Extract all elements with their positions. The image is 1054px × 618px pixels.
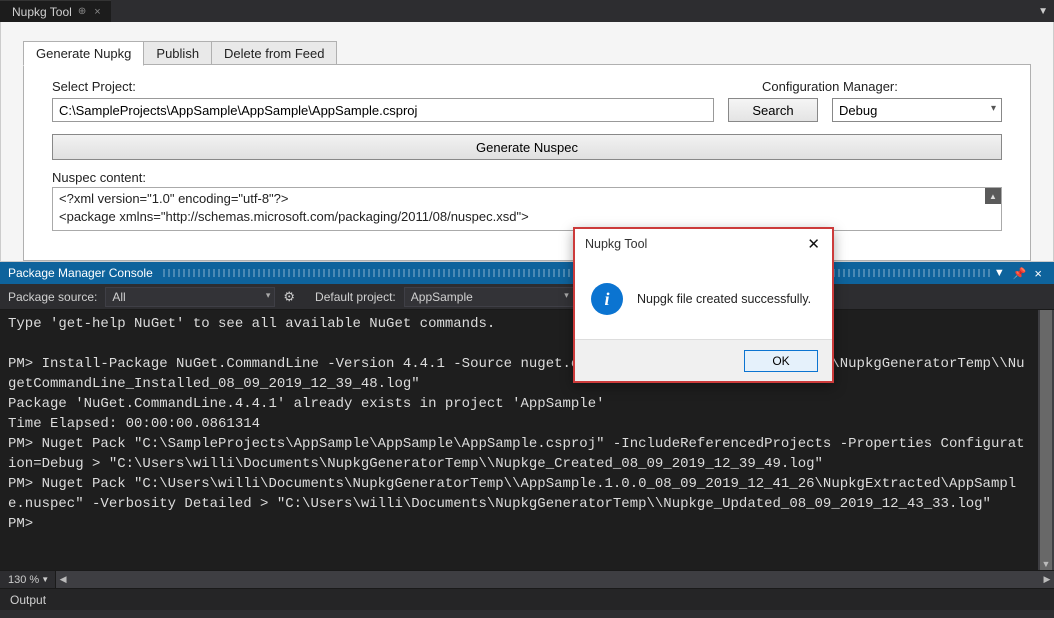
- document-tab-title: Nupkg Tool: [12, 5, 72, 19]
- generate-nuspec-button[interactable]: Generate Nuspec: [52, 134, 1002, 160]
- pmc-dropdown-icon[interactable]: ▼: [990, 267, 1009, 279]
- scroll-thumb[interactable]: [1040, 310, 1052, 570]
- zoom-control[interactable]: 130 % ▼: [0, 571, 56, 588]
- select-project-label: Select Project:: [52, 79, 722, 94]
- default-project-select[interactable]: AppSample: [404, 287, 574, 307]
- scroll-left-arrow-icon[interactable]: ◀: [56, 571, 70, 588]
- pmc-toolbar: Package source: All ⚙ Default project: A…: [0, 284, 1054, 310]
- tab-delete-from-feed[interactable]: Delete from Feed: [211, 41, 337, 66]
- scroll-right-arrow-icon[interactable]: ▶: [1040, 571, 1054, 588]
- nupkg-success-dialog: Nupkg Tool ✕ i Nupgk file created succes…: [573, 227, 834, 383]
- close-tab-icon[interactable]: ×: [92, 6, 102, 18]
- vertical-scrollbar[interactable]: ▲ ▼: [1038, 310, 1054, 570]
- pmc-console-area: Type 'get-help NuGet' to see all availab…: [0, 310, 1054, 570]
- scroll-down-arrow-icon[interactable]: ▼: [1038, 559, 1054, 569]
- pmc-console[interactable]: Type 'get-help NuGet' to see all availab…: [0, 310, 1038, 570]
- dialog-button-row: OK: [575, 339, 832, 381]
- tab-generate-nupkg[interactable]: Generate Nupkg: [23, 41, 144, 66]
- nuspec-text: <?xml version="1.0" encoding="utf-8"?> <…: [59, 190, 985, 228]
- tool-page: Generate Nupkg Publish Delete from Feed …: [0, 22, 1054, 262]
- scroll-up-icon[interactable]: ▲: [985, 188, 1001, 204]
- document-tab-nupkg-tool[interactable]: Nupkg Tool ⊕ ×: [0, 0, 111, 22]
- pmc-title-text: Package Manager Console: [8, 266, 153, 280]
- tab-publish[interactable]: Publish: [143, 41, 212, 66]
- document-tab-bar: Nupkg Tool ⊕ × ▼: [0, 0, 1054, 22]
- output-tab[interactable]: Output: [0, 588, 1054, 610]
- info-icon: i: [591, 283, 623, 315]
- output-tab-label: Output: [10, 593, 46, 607]
- nuspec-content-textarea[interactable]: <?xml version="1.0" encoding="utf-8"?> <…: [52, 187, 1002, 231]
- generate-nupkg-panel: Select Project: Configuration Manager: S…: [23, 64, 1031, 261]
- zoom-value: 130 %: [8, 574, 39, 586]
- console-footer: 130 % ▼ ◀ ▶: [0, 570, 1054, 588]
- dialog-title-bar[interactable]: Nupkg Tool ✕: [575, 229, 832, 259]
- pmc-pin-icon[interactable]: 📌: [1009, 267, 1031, 280]
- default-project-label: Default project:: [315, 290, 396, 304]
- gear-icon[interactable]: ⚙: [283, 289, 295, 305]
- dialog-close-icon[interactable]: ✕: [803, 235, 824, 253]
- dialog-title: Nupkg Tool: [585, 237, 647, 251]
- pin-icon[interactable]: ⊕: [78, 6, 86, 17]
- search-button[interactable]: Search: [728, 98, 818, 122]
- nuspec-content-label: Nuspec content:: [52, 170, 1002, 185]
- inner-tab-strip: Generate Nupkg Publish Delete from Feed: [23, 40, 336, 65]
- chevron-down-icon: ▼: [41, 575, 49, 584]
- pmc-close-icon[interactable]: ×: [1030, 266, 1046, 281]
- dialog-ok-button[interactable]: OK: [744, 350, 818, 372]
- package-source-label: Package source:: [8, 290, 97, 304]
- configuration-manager-label: Configuration Manager:: [762, 79, 1002, 94]
- package-source-select[interactable]: All: [105, 287, 275, 307]
- dialog-message: Nupgk file created successfully.: [637, 292, 811, 306]
- project-path-input[interactable]: [52, 98, 714, 122]
- pmc-title-bar: Package Manager Console ▼ 📌 ×: [0, 262, 1054, 284]
- tab-overflow-dropdown[interactable]: ▼: [1032, 0, 1054, 22]
- configuration-select[interactable]: Debug: [832, 98, 1002, 122]
- dialog-body: i Nupgk file created successfully.: [575, 259, 832, 339]
- horizontal-scrollbar[interactable]: ◀ ▶: [56, 571, 1054, 588]
